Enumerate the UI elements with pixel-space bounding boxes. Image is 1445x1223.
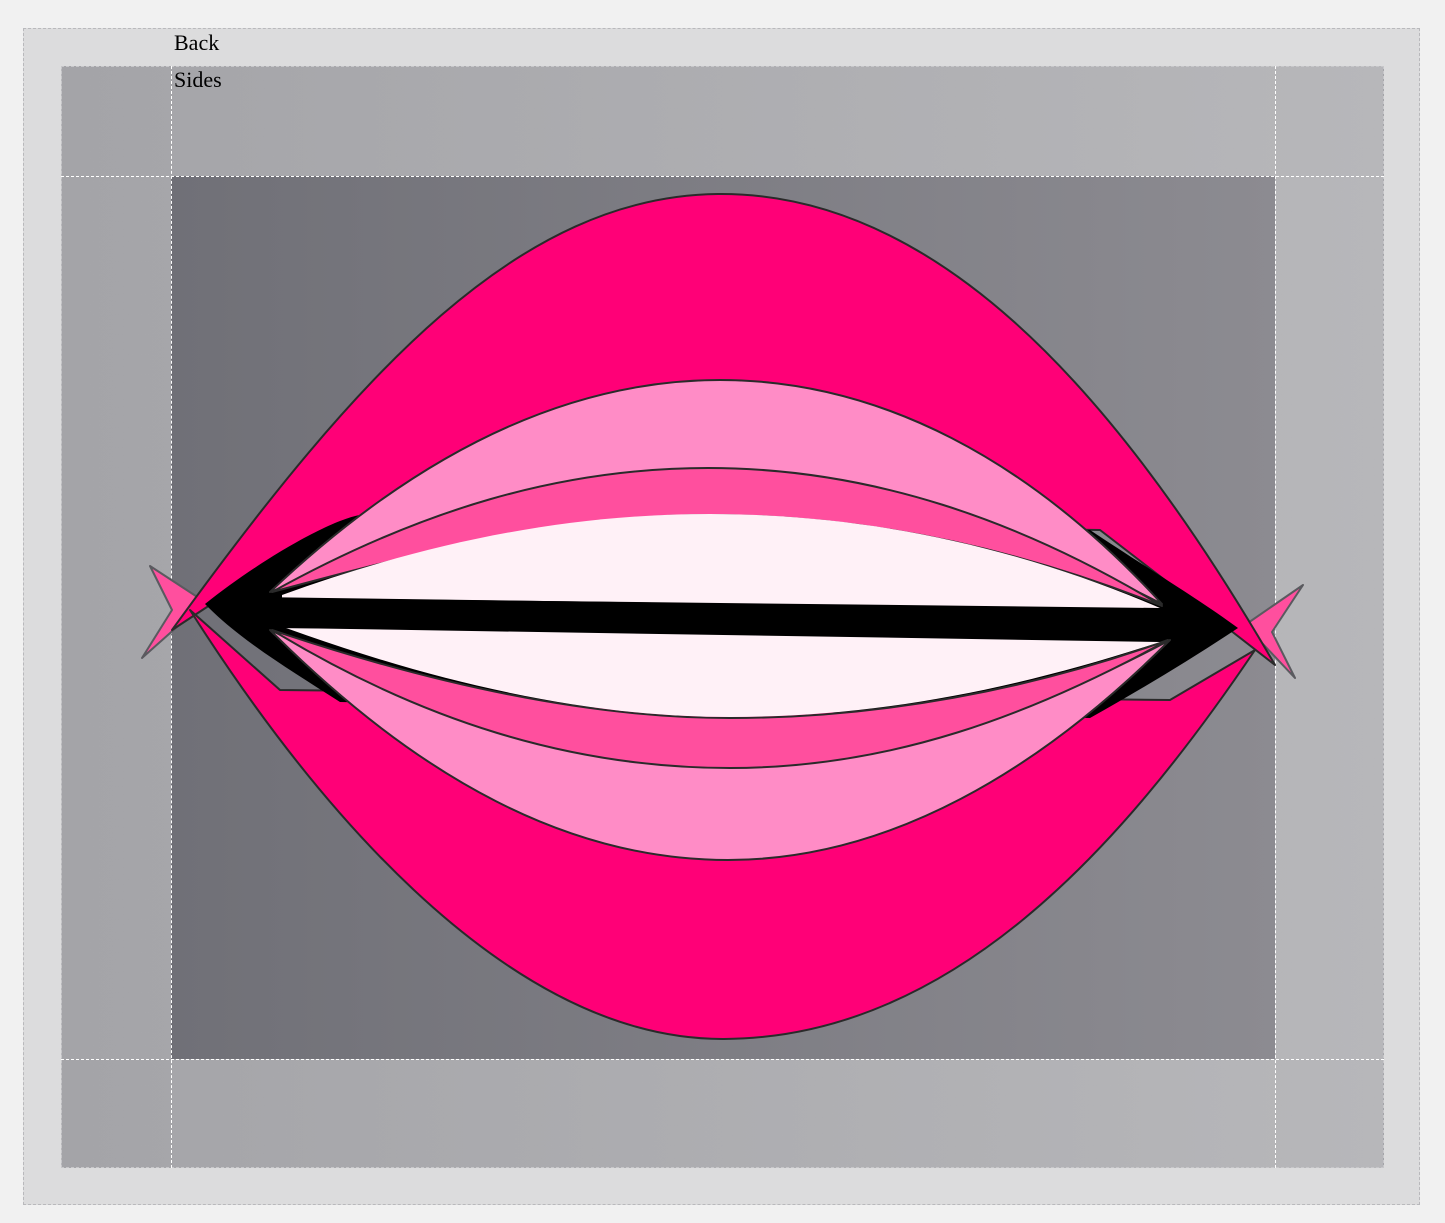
lips-illustration: [141, 192, 1304, 1041]
lips-icon: [141, 192, 1304, 1041]
